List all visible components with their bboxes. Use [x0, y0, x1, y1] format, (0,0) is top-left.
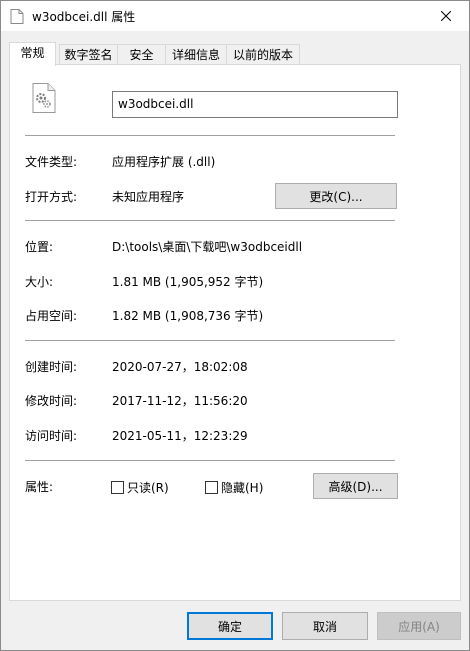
properties-window: w3odbcei.dll 属性 常规 数字签名 安全 详细信息 以前的版本 w3… — [0, 0, 470, 651]
accessed-value: 2021-05-11，12:23:29 — [112, 429, 248, 443]
separator — [25, 340, 395, 341]
created-value: 2020-07-27，18:02:08 — [112, 360, 248, 374]
hidden-label: 隐藏(H) — [221, 481, 264, 495]
size-label: 大小: — [25, 275, 54, 289]
cancel-button[interactable]: 取消 — [282, 612, 368, 640]
location-label: 位置: — [25, 240, 54, 254]
tab-previous-versions[interactable]: 以前的版本 — [226, 44, 300, 65]
file-icon — [10, 9, 24, 24]
window-title: w3odbcei.dll 属性 — [32, 10, 136, 24]
tab-strip: 常规 数字签名 安全 详细信息 以前的版本 — [9, 42, 461, 66]
accessed-label: 访问时间: — [25, 429, 78, 443]
close-icon — [441, 11, 451, 21]
general-panel: w3odbcei.dll 文件类型: 应用程序扩展 (.dll) 打开方式: 未… — [9, 64, 461, 601]
checkbox-box[interactable] — [205, 481, 218, 494]
change-button[interactable]: 更改(C)... — [275, 183, 397, 209]
close-button[interactable] — [423, 1, 469, 31]
separator — [25, 135, 395, 136]
advanced-button[interactable]: 高级(D)... — [313, 473, 398, 499]
opens-with-value: 未知应用程序 — [112, 190, 185, 204]
ok-button[interactable]: 确定 — [187, 612, 273, 640]
type-label: 文件类型: — [25, 155, 78, 169]
readonly-label: 只读(R) — [127, 481, 169, 495]
size-value: 1.81 MB (1,905,952 字节) — [112, 275, 264, 289]
apply-button[interactable]: 应用(A) — [377, 612, 461, 640]
hidden-checkbox[interactable]: 隐藏(H) — [205, 479, 263, 496]
filename-field[interactable]: w3odbcei.dll — [112, 91, 398, 118]
separator — [25, 220, 395, 221]
separator — [25, 460, 395, 461]
tab-digital-signatures[interactable]: 数字签名 — [59, 44, 118, 65]
title-bar: w3odbcei.dll 属性 — [1, 1, 469, 31]
created-label: 创建时间: — [25, 360, 78, 374]
dll-file-icon — [32, 83, 56, 113]
checkbox-box[interactable] — [111, 481, 124, 494]
modified-value: 2017-11-12，11:56:20 — [112, 394, 248, 408]
readonly-checkbox[interactable]: 只读(R) — [111, 479, 169, 496]
location-value: D:\tools\桌面\下载吧\w3odbceidll — [112, 240, 303, 254]
tab-security[interactable]: 安全 — [117, 44, 166, 65]
opens-with-label: 打开方式: — [25, 190, 78, 204]
modified-label: 修改时间: — [25, 394, 78, 408]
size-on-disk-value: 1.82 MB (1,908,736 字节) — [112, 309, 264, 323]
attributes-label: 属性: — [25, 480, 54, 494]
tab-general[interactable]: 常规 — [9, 42, 56, 66]
type-value: 应用程序扩展 (.dll) — [112, 155, 216, 169]
size-on-disk-label: 占用空间: — [25, 309, 78, 323]
tab-details[interactable]: 详细信息 — [165, 44, 227, 65]
